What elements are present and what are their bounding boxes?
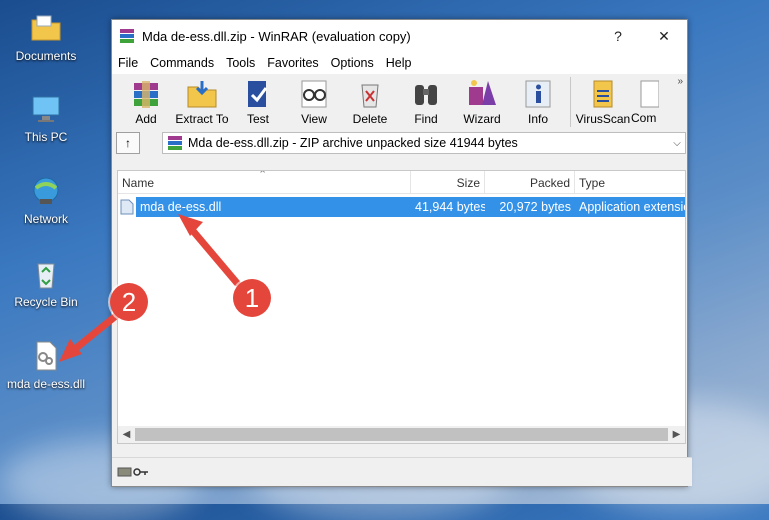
- desktop-icon-network[interactable]: Network: [4, 175, 88, 226]
- window-title: Mda de-ess.dll.zip - WinRAR (evaluation …: [142, 28, 411, 44]
- sort-ascending-icon: ⌃: [258, 171, 268, 181]
- annotation-badge-2: 2: [110, 283, 148, 321]
- winrar-window: Mda de-ess.dll.zip - WinRAR (evaluation …: [111, 19, 692, 487]
- toolbar: Add Extract To Test View Delete Find Wiz…: [112, 74, 687, 130]
- dll-file-icon: [30, 340, 62, 372]
- close-button[interactable]: ✕: [641, 20, 687, 52]
- wizard-button[interactable]: Wizard: [454, 74, 510, 126]
- virusscan-label: VirusScan: [575, 112, 631, 126]
- column-name[interactable]: Name ⌃: [118, 171, 411, 193]
- test-label: Test: [246, 112, 269, 126]
- delete-button[interactable]: Delete: [342, 74, 398, 126]
- file-packed: 20,972 bytes: [485, 197, 575, 217]
- file-size: 41,944 bytes: [411, 197, 485, 217]
- help-button[interactable]: ?: [595, 20, 641, 52]
- menu-favorites[interactable]: Favorites: [261, 56, 324, 70]
- column-type[interactable]: Type: [575, 171, 685, 193]
- menu-tools[interactable]: Tools: [220, 56, 261, 70]
- menu-help[interactable]: Help: [380, 56, 418, 70]
- path-combobox[interactable]: Mda de-ess.dll.zip - ZIP archive unpacke…: [162, 132, 686, 154]
- add-button[interactable]: Add: [118, 74, 174, 126]
- comment-button[interactable]: Com: [631, 74, 659, 125]
- horizontal-scrollbar[interactable]: ◀ ▶: [118, 426, 685, 443]
- annotation-badge-1: 1: [233, 279, 271, 317]
- up-folder-button[interactable]: ↑: [116, 132, 140, 154]
- info-button[interactable]: Info: [510, 74, 566, 126]
- scroll-thumb[interactable]: [135, 428, 668, 441]
- add-archive-icon: [128, 77, 164, 111]
- menu-options[interactable]: Options: [325, 56, 380, 70]
- wizard-hat-icon: [464, 77, 500, 111]
- status-bar: [112, 457, 692, 486]
- menu-file[interactable]: File: [112, 56, 144, 70]
- column-packed[interactable]: Packed: [485, 171, 575, 193]
- file-list: Name ⌃ Size Packed Type mda de-ess.dll 41…: [117, 170, 686, 444]
- desktop-icon-this-pc[interactable]: This PC: [4, 93, 88, 144]
- view-button[interactable]: View: [286, 74, 342, 126]
- toolbar-overflow-chevron[interactable]: »: [677, 76, 683, 87]
- column-size[interactable]: Size: [411, 171, 485, 193]
- folder-icon: [30, 12, 62, 44]
- extract-to-button[interactable]: Extract To: [174, 74, 230, 126]
- menu-commands[interactable]: Commands: [144, 56, 220, 70]
- desktop-icon-label: mda de-ess.dll: [6, 377, 86, 391]
- test-button[interactable]: Test: [230, 74, 286, 126]
- list-header: Name ⌃ Size Packed Type: [118, 171, 685, 194]
- desktop-icon-recycle-bin[interactable]: Recycle Bin: [4, 258, 88, 309]
- comment-icon: [631, 77, 659, 111]
- scroll-right-icon[interactable]: ▶: [668, 429, 685, 440]
- winrar-app-icon: [118, 27, 136, 45]
- desktop-icon-label: Documents: [15, 49, 77, 63]
- info-icon: [520, 77, 556, 111]
- desktop-icon-documents[interactable]: Documents: [4, 12, 88, 63]
- drive-key-icon: [117, 467, 148, 477]
- desktop-icon-label: Recycle Bin: [14, 295, 78, 309]
- test-archive-icon: [240, 77, 276, 111]
- view-label: View: [301, 112, 327, 126]
- virusscan-button[interactable]: VirusScan: [575, 74, 631, 126]
- delete-trash-icon: [352, 77, 388, 111]
- file-type: Application extension: [575, 197, 685, 217]
- menu-bar: File Commands Tools Favorites Options He…: [112, 52, 687, 74]
- desktop-icon-dll-file[interactable]: mda de-ess.dll: [4, 340, 88, 391]
- extract-folder-icon: [184, 77, 220, 111]
- title-bar: Mda de-ess.dll.zip - WinRAR (evaluation …: [112, 20, 687, 52]
- computer-icon: [30, 93, 62, 125]
- file-dll-icon: [118, 197, 136, 217]
- address-bar: ↑ Mda de-ess.dll.zip - ZIP archive unpac…: [112, 130, 687, 156]
- path-text: Mda de-ess.dll.zip - ZIP archive unpacke…: [188, 136, 518, 150]
- find-button[interactable]: Find: [398, 74, 454, 126]
- column-name-label: Name: [122, 176, 155, 190]
- comment-label: Com: [631, 111, 657, 125]
- recycle-bin-icon: [30, 258, 62, 290]
- extract-to-label: Extract To: [175, 112, 229, 126]
- up-arrow-icon: ↑: [125, 136, 131, 150]
- delete-label: Delete: [352, 112, 388, 126]
- find-label: Find: [414, 112, 438, 126]
- desktop-icon-label: Network: [23, 212, 68, 226]
- network-globe-icon: [30, 175, 62, 207]
- find-binoculars-icon: [408, 77, 444, 111]
- scroll-left-icon[interactable]: ◀: [118, 429, 135, 440]
- add-label: Add: [135, 112, 157, 126]
- desktop-icon-label: This PC: [24, 130, 68, 144]
- virusscan-icon: [585, 77, 621, 111]
- view-glasses-icon: [296, 77, 332, 111]
- info-label: Info: [527, 112, 548, 126]
- file-name: mda de-ess.dll: [136, 197, 411, 217]
- archive-icon: [167, 135, 183, 151]
- chevron-down-icon[interactable]: ⌵: [669, 138, 685, 149]
- wizard-label: Wizard: [463, 112, 501, 126]
- table-row[interactable]: mda de-ess.dll 41,944 bytes 20,972 bytes…: [118, 197, 685, 217]
- toolbar-separator: [570, 77, 571, 127]
